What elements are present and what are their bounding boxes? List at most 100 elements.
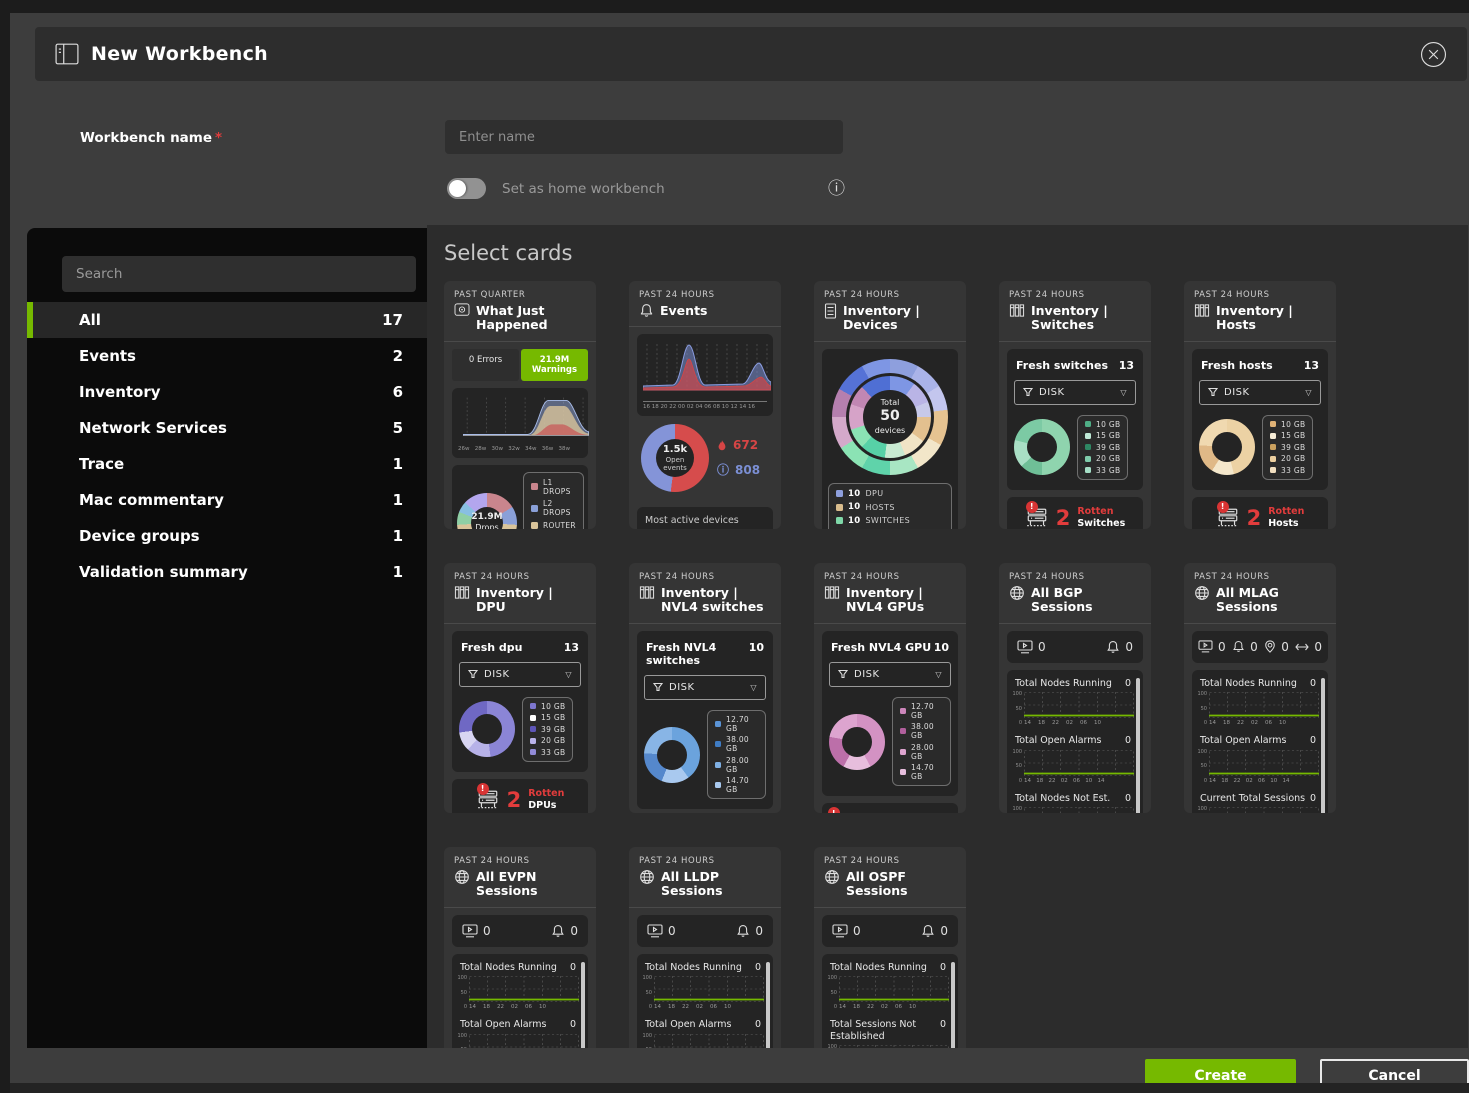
card-period: PAST 24 HOURS [639, 856, 771, 866]
globe-icon [824, 869, 840, 885]
modal-header: New Workbench [35, 27, 1467, 81]
card-inventory-nvl4-gpus[interactable]: PAST 24 HOURS Inventory | NVL4 GPUs Fres… [814, 563, 966, 813]
toggle-knob [449, 180, 466, 197]
session-stats: 0 0 [822, 915, 958, 947]
session-stats: 0 0 [452, 915, 588, 947]
card-title: All OSPF Sessions [846, 870, 956, 899]
card-inventory-hosts[interactable]: PAST 24 HOURS Inventory | Hosts Fresh ho… [1184, 281, 1336, 529]
card-title: What Just Happened [476, 304, 586, 333]
sidebar-item-trace[interactable]: Trace1 [27, 446, 427, 482]
scrollbar[interactable] [766, 962, 770, 1048]
drops-legend: L1 DROPS L2 DROPS ROUTER TUNNEL BUFFER A… [523, 472, 584, 529]
disk-filter-dropdown[interactable]: DISK ▽ [459, 662, 581, 687]
sidebar-item-inventory[interactable]: Inventory6 [27, 374, 427, 410]
globe-icon [1009, 585, 1025, 601]
funnel-icon [653, 682, 663, 692]
dialog-title: New Workbench [91, 43, 268, 65]
sidebar-item-network-services[interactable]: Network Services5 [27, 410, 427, 446]
session-stats: 0 0 [1007, 631, 1143, 663]
inventory-icon [639, 585, 655, 600]
inventory-icon [454, 585, 470, 600]
card-title: Events [660, 304, 707, 318]
required-asterisk: * [215, 130, 222, 146]
info-icon[interactable]: ⓘ [828, 181, 845, 198]
card-inventory-dpu[interactable]: PAST 24 HOURS Inventory | DPU Fresh dpu1… [444, 563, 596, 813]
search-input[interactable] [62, 256, 416, 292]
workbench-name-input[interactable] [445, 120, 843, 154]
funnel-icon [1208, 387, 1218, 397]
rotten-count: 10 [858, 812, 887, 813]
card-period: PAST 24 HOURS [1009, 572, 1141, 582]
card-inventory-switches[interactable]: PAST 24 HOURS Inventory | Switches Fresh… [999, 281, 1151, 529]
rotten-panel: ! 10 RottenNVL4 GPUs View [822, 803, 958, 813]
disk-filter-dropdown[interactable]: DISK ▽ [644, 675, 766, 700]
rotten-count: 2 [507, 788, 522, 812]
card-grid: PAST QUARTER What Just Happened 0 Errors… [444, 281, 1336, 1048]
chevron-down-icon: ▽ [750, 683, 757, 692]
session-charts: Total Nodes Running0 10050014 18 22 02 0… [822, 954, 958, 1048]
fresh-panel: Fresh NVL4 switches10 DISK ▽ 12.70 GB 38… [637, 631, 773, 810]
nodes-stat: 0 [647, 924, 676, 938]
rotten-count: 2 [1056, 506, 1071, 529]
card-all-lldp-sessions[interactable]: PAST 24 HOURS All LLDP Sessions 0 0 Tota… [629, 847, 781, 1048]
close-icon[interactable] [1419, 40, 1447, 68]
card-all-evpn-sessions[interactable]: PAST 24 HOURS All EVPN Sessions 0 0 Tota… [444, 847, 596, 1048]
globe-icon [639, 869, 655, 885]
disk-filter-dropdown[interactable]: DISK ▽ [1199, 380, 1321, 405]
devices-donut: Total 50 devices [832, 359, 948, 475]
session-charts: Total Nodes Running0 10050014 18 22 02 0… [452, 954, 588, 1048]
card-inventory-devices[interactable]: PAST 24 HOURS Inventory | Devices Total … [814, 281, 966, 529]
rotten-panel: ! 2 RottenSwitches View [1007, 497, 1143, 529]
inventory-icon [1194, 303, 1210, 318]
card-title: All MLAG Sessions [1216, 586, 1326, 615]
sidebar-item-mac-commentary[interactable]: Mac commentary1 [27, 482, 427, 518]
session-stats: 0 0 0 0 [1192, 631, 1328, 663]
critical-events-stat: 672 [717, 438, 760, 452]
card-period: PAST 24 HOURS [1194, 572, 1326, 582]
chevron-down-icon: ▽ [1120, 388, 1127, 397]
workbench-icon [55, 43, 79, 65]
card-all-mlag-sessions[interactable]: PAST 24 HOURS All MLAG Sessions 0 0 0 0 … [1184, 563, 1336, 813]
devices-donut-chart: Total 50 devices 10DPU 10HOSTS 10SWITCHE… [822, 349, 958, 529]
tab-errors[interactable]: 0 Errors [452, 349, 519, 381]
card-inventory-nvl4-switches[interactable]: PAST 24 HOURS Inventory | NVL4 switches … [629, 563, 781, 813]
card-period: PAST 24 HOURS [639, 572, 771, 582]
scrollbar[interactable] [581, 962, 585, 1048]
disk-filter-dropdown[interactable]: DISK ▽ [1014, 380, 1136, 405]
tab-warnings[interactable]: 21.9M Warnings [521, 349, 588, 381]
card-title: All BGP Sessions [1031, 586, 1141, 615]
inventory-icon [1009, 303, 1025, 318]
card-period: PAST 24 HOURS [1194, 290, 1326, 300]
sidebar-item-events[interactable]: Events2 [27, 338, 427, 374]
disk-filter-dropdown[interactable]: DISK ▽ [829, 662, 951, 687]
card-all-bgp-sessions[interactable]: PAST 24 HOURS All BGP Sessions 0 0 Total… [999, 563, 1151, 813]
alarms-stat: 0 [736, 924, 763, 938]
card-events[interactable]: PAST 24 HOURS Events 16 18 20 22 00 02 0… [629, 281, 781, 529]
info-events-stat: ⓘ808 [717, 461, 760, 478]
card-all-ospf-sessions[interactable]: PAST 24 HOURS All OSPF Sessions 0 0 Tota… [814, 847, 966, 1048]
warnings-area-chart: 26w 28w 30w 32w 34w 36w 38w [452, 388, 588, 458]
card-period: PAST 24 HOURS [639, 290, 771, 300]
card-period: PAST 24 HOURS [1009, 290, 1141, 300]
disk-legend: 10 GB 15 GB 39 GB 20 GB 33 GB [1077, 415, 1128, 480]
scrollbar[interactable] [1136, 678, 1140, 813]
disk-donut [459, 701, 515, 757]
card-title: Inventory | Hosts [1216, 304, 1326, 333]
rotten-count: 2 [1247, 506, 1262, 529]
open-events-donut: 1.5kOpenevents 672 ⓘ808 [637, 416, 773, 500]
sidebar-item-all[interactable]: All17 [27, 302, 427, 338]
card-what-just-happened[interactable]: PAST QUARTER What Just Happened 0 Errors… [444, 281, 596, 529]
disk-legend: 10 GB 15 GB 39 GB 20 GB 33 GB [522, 697, 573, 762]
rotten-panel: ! 2 RottenDPUs View [452, 779, 588, 813]
nodes-stat: 0 [462, 924, 491, 938]
card-title: Inventory | NVL4 GPUs [846, 586, 956, 615]
sidebar-item-validation-summary[interactable]: Validation summary1 [27, 554, 427, 590]
home-workbench-toggle[interactable] [447, 178, 486, 199]
globe-icon [1194, 585, 1210, 601]
sidebar-item-device-groups[interactable]: Device groups1 [27, 518, 427, 554]
scrollbar[interactable] [951, 962, 955, 1048]
x-axis-labels: 16 18 20 22 00 02 04 06 08 10 12 14 16 [643, 404, 767, 410]
eye-icon [454, 303, 470, 317]
scrollbar[interactable] [1321, 678, 1325, 813]
badge-stat: 0 [1264, 640, 1289, 654]
